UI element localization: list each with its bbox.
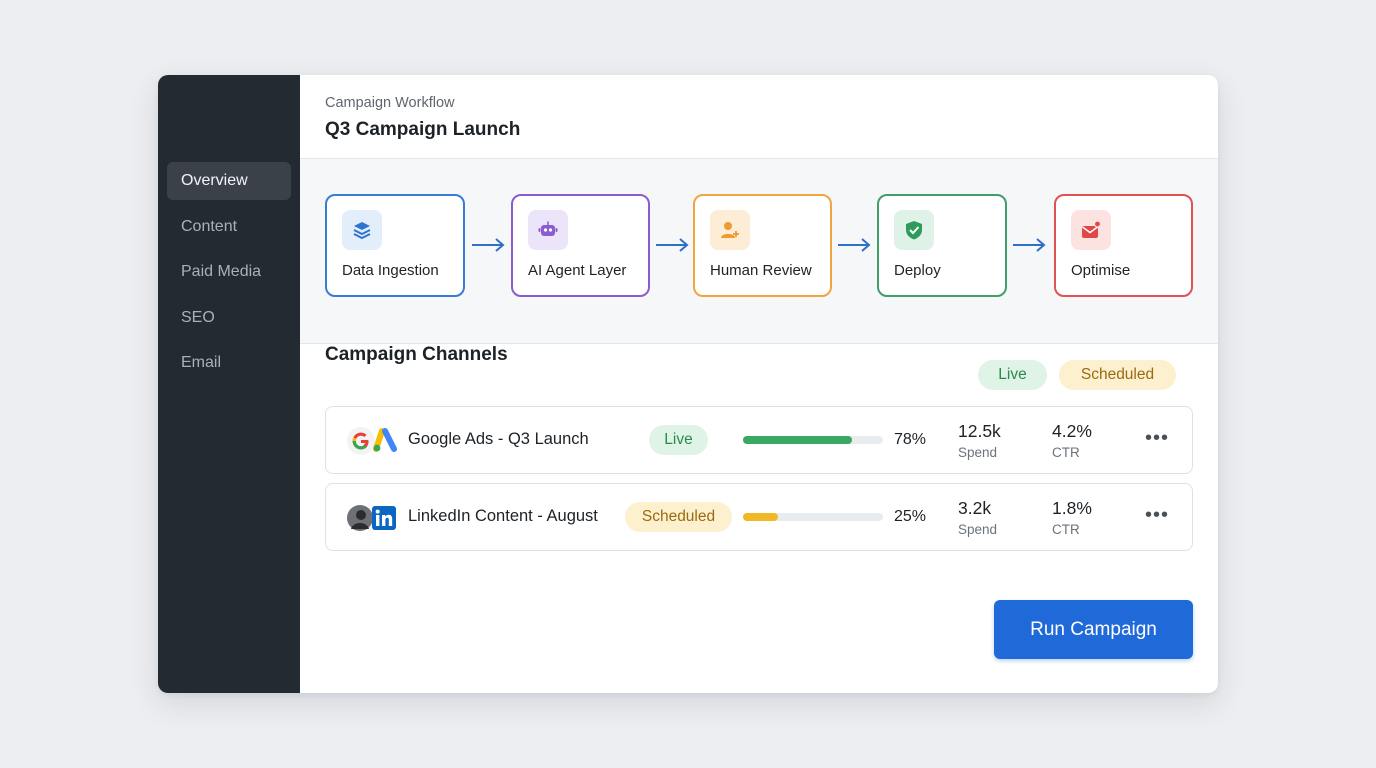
- google-ads-icon: [373, 428, 397, 452]
- progress-bar: [743, 513, 883, 521]
- section-title: Campaign Channels: [325, 344, 508, 365]
- shield-check-icon: [894, 210, 934, 250]
- main-panel: Campaign Workflow Q3 Campaign Launch Dat…: [300, 75, 1218, 693]
- progress-percent: 78%: [894, 431, 927, 448]
- progress-percent: 25%: [894, 508, 927, 525]
- ctr-label: CTR: [1052, 522, 1080, 537]
- legend-live-badge[interactable]: Live: [978, 360, 1047, 390]
- step-label: AI Agent Layer: [528, 262, 627, 279]
- workflow-step-human-review[interactable]: Human Review: [693, 194, 832, 297]
- layers-icon: [342, 210, 382, 250]
- breadcrumb: Campaign Workflow: [325, 95, 455, 111]
- step-label: Data Ingestion: [342, 262, 439, 279]
- spend-metric: 3.2k Spend: [958, 498, 997, 537]
- workflow-diagram: Data Ingestion AI Agent Layer Human Revi…: [300, 159, 1218, 344]
- user-add-icon: [710, 210, 750, 250]
- progress-fill: [743, 513, 778, 521]
- step-label: Optimise: [1071, 262, 1131, 279]
- app-window: Overview Content Paid Media SEO Email Ca…: [158, 75, 1218, 693]
- mail-chart-icon: [1071, 210, 1111, 250]
- linkedin-icon: [372, 506, 396, 530]
- sidebar-item-overview[interactable]: Overview: [167, 162, 291, 200]
- spend-label: Spend: [958, 445, 998, 460]
- sidebar-item-paid-media[interactable]: Paid Media: [167, 253, 291, 291]
- spend-value: 3.2k: [958, 498, 992, 518]
- ctr-value: 1.8%: [1052, 498, 1092, 518]
- sidebar-item-content[interactable]: Content: [167, 208, 291, 246]
- workflow-step-ai-agent-layer[interactable]: AI Agent Layer: [511, 194, 650, 297]
- progress-fill: [743, 436, 853, 444]
- channel-logos: [346, 426, 400, 456]
- ctr-value: 4.2%: [1052, 421, 1092, 441]
- ctr-label: CTR: [1052, 445, 1080, 460]
- legend-scheduled-badge[interactable]: Scheduled: [1059, 360, 1176, 390]
- workflow-step-data-ingestion[interactable]: Data Ingestion: [325, 194, 465, 297]
- arrow-icon: [1013, 238, 1046, 252]
- step-label: Human Review: [710, 262, 812, 279]
- robot-icon: [528, 210, 568, 250]
- channel-row-google-ads[interactable]: Google Ads - Q3 Launch Live 78% 12.5k Sp…: [325, 406, 1193, 474]
- status-badge: Live: [649, 425, 708, 455]
- arrow-icon: [656, 238, 689, 252]
- step-label: Deploy: [894, 262, 941, 279]
- channel-name: Google Ads - Q3 Launch: [408, 430, 589, 448]
- workflow-step-deploy[interactable]: Deploy: [877, 194, 1007, 297]
- spend-value: 12.5k: [958, 421, 1001, 441]
- page-title: Q3 Campaign Launch: [325, 119, 521, 140]
- channel-name: LinkedIn Content - August: [408, 507, 598, 525]
- ctr-metric: 1.8% CTR: [1052, 498, 1092, 537]
- status-badge: Scheduled: [625, 502, 732, 532]
- channel-logos: [346, 503, 396, 533]
- arrow-icon: [838, 238, 871, 252]
- page-header: Campaign Workflow Q3 Campaign Launch: [300, 75, 1218, 159]
- spend-label: Spend: [958, 522, 998, 537]
- ctr-metric: 4.2% CTR: [1052, 421, 1092, 460]
- run-campaign-button[interactable]: Run Campaign: [994, 600, 1193, 659]
- sidebar-item-email[interactable]: Email: [167, 344, 291, 382]
- progress-bar: [743, 436, 883, 444]
- sidebar-item-seo[interactable]: SEO: [167, 299, 291, 337]
- workflow-step-optimise[interactable]: Optimise: [1054, 194, 1193, 297]
- sidebar: Overview Content Paid Media SEO Email: [158, 75, 300, 693]
- avatar-icon: [347, 505, 373, 531]
- arrow-icon: [472, 238, 505, 252]
- channel-row-linkedin[interactable]: LinkedIn Content - August Scheduled 25% …: [325, 483, 1193, 551]
- spend-metric: 12.5k Spend: [958, 421, 1001, 460]
- more-options-icon[interactable]: •••: [1144, 426, 1170, 454]
- more-options-icon[interactable]: •••: [1144, 503, 1170, 531]
